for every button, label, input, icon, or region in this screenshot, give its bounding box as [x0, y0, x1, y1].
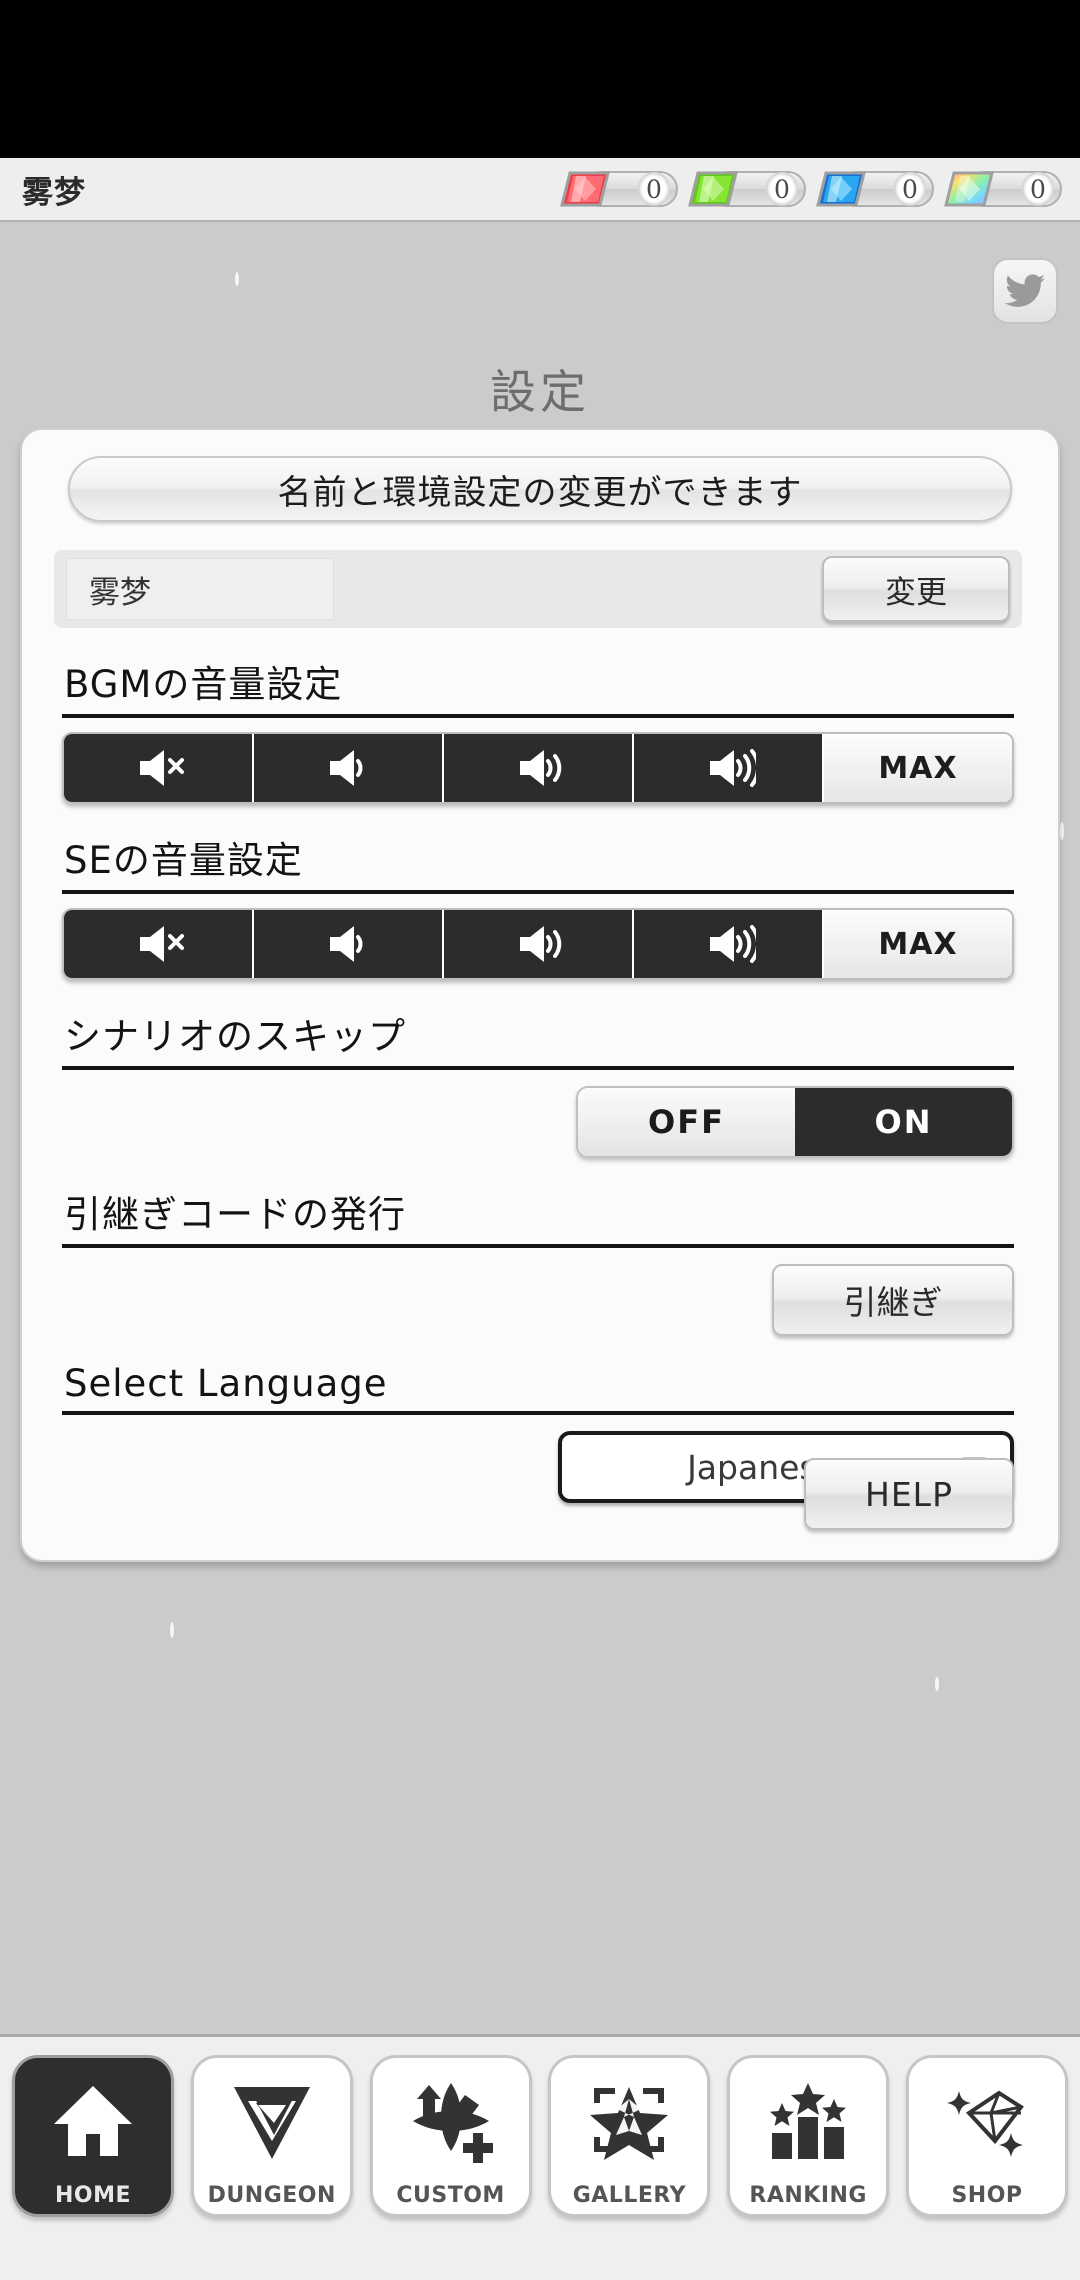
gallery-icon	[590, 2086, 669, 2160]
bgm-volume-control: MAX	[62, 732, 1014, 804]
sparkle	[935, 1677, 939, 1691]
bgm-volume-mute[interactable]	[64, 734, 254, 802]
se-volume-control: MAX	[62, 908, 1014, 980]
bgm-label: BGMの音量設定	[64, 663, 343, 706]
system-gesture-bar	[0, 2264, 1080, 2280]
green-gem-icon	[688, 171, 738, 207]
nav-label: GALLERY	[572, 2183, 687, 2208]
nav-icon-wrap	[730, 2058, 886, 2183]
currency-value: 0	[1022, 172, 1054, 206]
se-section: SEの音量設定 MAX	[62, 830, 1018, 980]
custom-icon	[412, 2082, 493, 2163]
language-label: Select Language	[64, 1362, 388, 1405]
nav-label: RANKING	[749, 2183, 867, 2208]
page-title: 設定	[490, 365, 590, 419]
dungeon-icon	[233, 2086, 310, 2159]
volume-mid-icon	[520, 926, 562, 962]
volume-mute-icon	[140, 750, 184, 786]
nav-label: CUSTOM	[396, 2183, 505, 2208]
shop-icon	[946, 2090, 1024, 2157]
bgm-volume-mid[interactable]	[444, 734, 634, 802]
se-label: SEの音量設定	[64, 839, 303, 882]
bottom-navigation: HOME DUNGEON CUSTOM GALLERY RANKING SHOP	[0, 2034, 1080, 2280]
rainbow-gem-icon	[944, 171, 994, 207]
page-body: 設定 名前と環境設定の変更ができます 雾梦 変更 BGMの音量設定 MAX SE…	[0, 222, 1080, 2034]
help-row: HELP	[62, 1458, 1014, 1530]
nav-label: DUNGEON	[207, 2183, 336, 2208]
skip-label: シナリオのスキップ	[64, 1015, 406, 1058]
currency-value: 0	[638, 172, 670, 206]
nav-item-ranking[interactable]: RANKING	[727, 2055, 890, 2217]
se-volume-max[interactable]: MAX	[824, 910, 1012, 978]
volume-mute-icon	[140, 926, 184, 962]
sparkle	[235, 272, 239, 286]
divider	[62, 1066, 1014, 1070]
nav-item-dungeon[interactable]: DUNGEON	[190, 2055, 353, 2217]
currency-rainbow[interactable]: 0	[940, 166, 1062, 212]
currency-row: 0 0 0 0	[86, 166, 1066, 212]
divider	[62, 714, 1014, 718]
takeover-label: 引継ぎコードの発行	[64, 1193, 406, 1236]
skip-toggle: OFF ON	[576, 1086, 1014, 1158]
currency-red[interactable]: 0	[556, 166, 678, 212]
app-header: 雾梦 0 0 0 0	[0, 158, 1080, 222]
skip-section: シナリオのスキップ OFF ON	[62, 1006, 1018, 1158]
nav-label: HOME	[54, 2183, 132, 2208]
currency-blue[interactable]: 0	[812, 166, 934, 212]
se-volume-mid[interactable]	[444, 910, 634, 978]
bgm-volume-max[interactable]: MAX	[824, 734, 1012, 802]
se-volume-low[interactable]	[254, 910, 444, 978]
skip-off-button[interactable]: OFF	[578, 1088, 795, 1156]
twitter-icon	[1005, 274, 1045, 307]
nav-item-gallery[interactable]: GALLERY	[548, 2055, 711, 2217]
nav-icon-wrap	[15, 2058, 171, 2183]
change-name-button[interactable]: 変更	[822, 556, 1010, 622]
divider	[62, 1244, 1014, 1248]
home-icon	[54, 2085, 132, 2156]
se-volume-high[interactable]	[634, 910, 824, 978]
player-name: 雾梦	[22, 174, 86, 211]
name-row: 雾梦 変更	[54, 550, 1022, 628]
red-gem-icon	[560, 171, 610, 207]
sparkle	[1060, 822, 1064, 840]
skip-on-button[interactable]: ON	[795, 1088, 1012, 1156]
currency-value: 0	[766, 172, 798, 206]
nav-icon-wrap	[373, 2058, 529, 2183]
nav-item-custom[interactable]: CUSTOM	[369, 2055, 532, 2217]
divider	[62, 890, 1014, 894]
volume-low-icon	[330, 750, 363, 786]
bgm-section: BGMの音量設定 MAX	[62, 654, 1018, 804]
nav-label: SHOP	[951, 2183, 1023, 2208]
volume-low-icon	[330, 926, 363, 962]
help-button[interactable]: HELP	[804, 1458, 1014, 1530]
ranking-icon	[770, 2082, 847, 2159]
se-volume-mute[interactable]	[64, 910, 254, 978]
blue-gem-icon	[816, 171, 866, 207]
settings-banner: 名前と環境設定の変更ができます	[68, 456, 1012, 522]
nav-icon-wrap	[194, 2058, 350, 2183]
currency-value: 0	[894, 172, 926, 206]
nav-item-shop[interactable]: SHOP	[905, 2055, 1068, 2217]
skip-toggle-row: OFF ON	[62, 1086, 1014, 1158]
nav-icon-wrap	[551, 2058, 707, 2183]
nav-item-home[interactable]: HOME	[12, 2055, 174, 2217]
currency-green[interactable]: 0	[684, 166, 806, 212]
volume-high-icon	[710, 749, 756, 787]
sparkle	[170, 1622, 174, 1638]
takeover-section: 引継ぎコードの発行 引継ぎ	[62, 1184, 1018, 1336]
twitter-button[interactable]	[992, 258, 1058, 324]
takeover-row: 引継ぎ	[62, 1264, 1014, 1336]
app-screen: 雾梦 0 0 0 0 設定 名前と環境設定の変更ができます 雾梦 変更 BGMの…	[0, 0, 1080, 2280]
divider	[62, 1411, 1014, 1415]
status-bar	[0, 0, 1080, 158]
volume-high-icon	[710, 925, 756, 963]
bgm-volume-low[interactable]	[254, 734, 444, 802]
volume-mid-icon	[520, 750, 562, 786]
nav-icon-wrap	[909, 2058, 1065, 2183]
name-input[interactable]: 雾梦	[66, 558, 334, 620]
takeover-button[interactable]: 引継ぎ	[772, 1264, 1014, 1336]
settings-card: 名前と環境設定の変更ができます 雾梦 変更 BGMの音量設定 MAX SEの音量…	[20, 428, 1060, 1562]
bgm-volume-high[interactable]	[634, 734, 824, 802]
